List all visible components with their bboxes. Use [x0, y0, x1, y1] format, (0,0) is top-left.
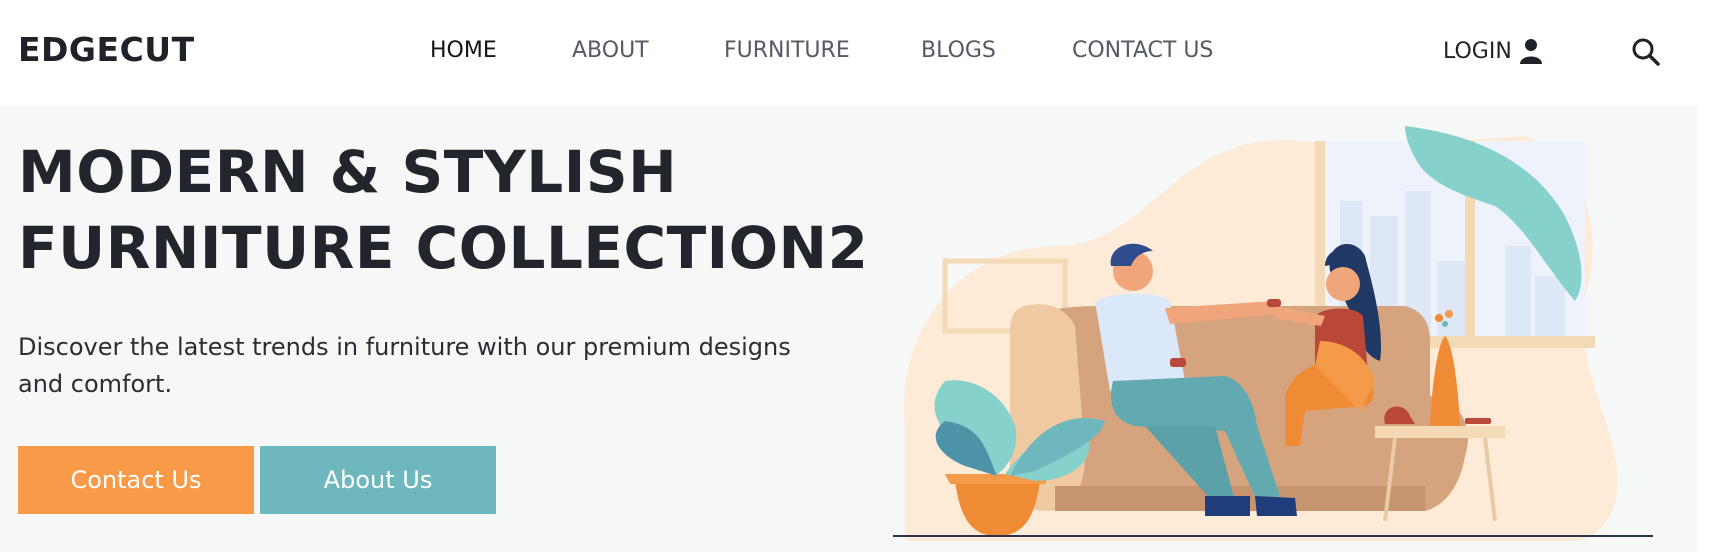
nav-link-blogs[interactable]: BLOGS	[921, 38, 996, 63]
hero-title-line-1: MODERN & STYLISH	[18, 138, 678, 206]
login-label: LOGIN	[1443, 38, 1512, 64]
navbar: EDGECUT HOME ABOUT FURNITURE BLOGS CONTA…	[0, 0, 1709, 105]
search-button[interactable]	[1630, 36, 1662, 68]
hero-title: MODERN & STYLISH FURNITURE COLLECTION2	[18, 134, 868, 286]
nav-link-home[interactable]: HOME	[430, 38, 497, 63]
hero-description: Discover the latest trends in furniture …	[18, 333, 791, 398]
brand-logo[interactable]: EDGECUT	[18, 30, 195, 69]
nav-link-about[interactable]: ABOUT	[572, 38, 649, 63]
nav-link-contact[interactable]: CONTACT US	[1072, 38, 1213, 63]
login-link[interactable]: LOGIN	[1443, 38, 1542, 64]
user-icon	[1519, 39, 1542, 64]
about-us-button[interactable]: About Us	[260, 446, 496, 514]
search-icon	[1632, 38, 1660, 66]
couple-on-sofa-illustration	[893, 126, 1653, 541]
contact-us-button[interactable]: Contact Us	[18, 446, 254, 514]
nav-link-furniture[interactable]: FURNITURE	[724, 38, 850, 63]
hero-title-line-2: FURNITURE COLLECTION2	[18, 214, 869, 282]
hero-section: MODERN & STYLISH FURNITURE COLLECTION2 D…	[0, 106, 1697, 552]
